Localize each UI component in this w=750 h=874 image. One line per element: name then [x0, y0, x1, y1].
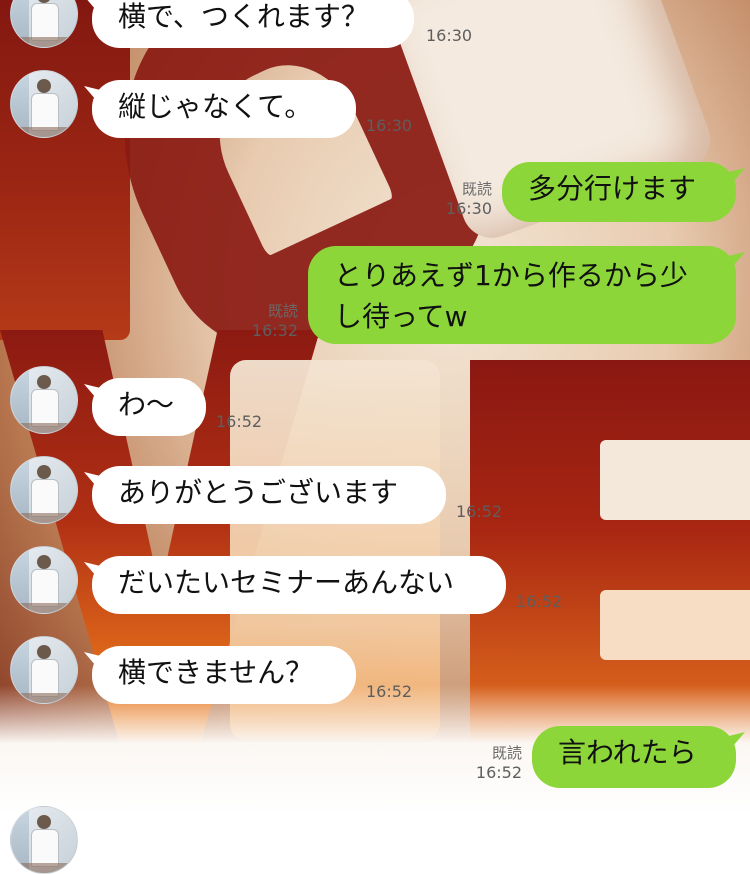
message-timestamp: 16:52	[216, 412, 263, 431]
incoming-message-bubble[interactable]: だいたいセミナーあんない	[92, 556, 506, 614]
read-receipt: 既読	[491, 744, 522, 762]
message-timestamp: 16:52	[516, 592, 563, 611]
message-meta: 既読 16:30	[440, 180, 492, 219]
incoming-message-bubble[interactable]: 横できません？	[92, 646, 356, 704]
message-text: とりあえず1から作るから少し待ってw	[334, 259, 688, 333]
contact-avatar[interactable]	[10, 806, 78, 874]
message-meta: 既読 16:52	[470, 744, 522, 783]
message-text: 横で、つくれます？	[118, 0, 369, 33]
message-text: 横できません？	[118, 656, 314, 689]
message-timestamp: 16:52	[456, 502, 503, 521]
contact-avatar[interactable]	[10, 546, 78, 614]
incoming-message-bubble[interactable]: ありがとうございます	[92, 466, 446, 524]
read-receipt: 既読	[267, 302, 298, 320]
outgoing-message-bubble[interactable]: 言われたら	[532, 726, 736, 788]
contact-avatar[interactable]	[10, 0, 78, 48]
message-timestamp: 16:52	[475, 762, 522, 782]
message-text: ありがとうございます	[118, 476, 399, 509]
message-timestamp: 16:52	[366, 682, 413, 701]
contact-avatar[interactable]	[10, 636, 78, 704]
contact-avatar[interactable]	[10, 456, 78, 524]
message-text: 言われたら	[558, 736, 697, 769]
contact-avatar[interactable]	[10, 366, 78, 434]
contact-avatar[interactable]	[10, 70, 78, 138]
message-text: 縦じゃなくて。	[118, 90, 313, 123]
message-timestamp: 16:32	[251, 320, 298, 340]
outgoing-message-bubble[interactable]: 多分行けます	[502, 162, 736, 222]
incoming-message-bubble[interactable]: 縦じゃなくて。	[92, 80, 356, 138]
message-text: 多分行けます	[528, 172, 697, 205]
message-timestamp: 16:30	[426, 26, 473, 45]
read-receipt: 既読	[461, 180, 492, 198]
message-meta: 既読 16:32	[244, 302, 298, 341]
message-text: だいたいセミナーあんない	[118, 566, 455, 599]
message-timestamp: 16:30	[366, 116, 413, 135]
message-list[interactable]: 横で、つくれます？ 16:30 縦じゃなくて。 16:30 既読 16:30 多…	[0, 0, 750, 874]
message-text: わ〜	[118, 388, 175, 421]
incoming-message-bubble[interactable]: 横で、つくれます？	[92, 0, 414, 48]
message-timestamp: 16:30	[445, 198, 492, 218]
outgoing-message-bubble[interactable]: とりあえず1から作るから少し待ってw	[308, 246, 736, 344]
incoming-message-bubble[interactable]: わ〜	[92, 378, 206, 436]
